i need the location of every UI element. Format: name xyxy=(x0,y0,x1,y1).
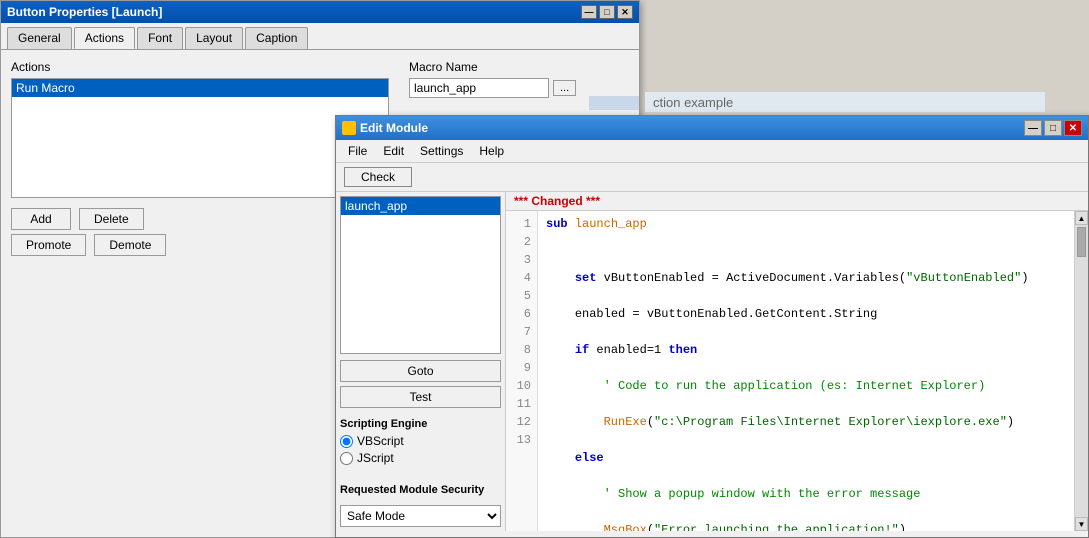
jscript-label: JScript xyxy=(357,451,394,465)
actions-list[interactable]: Run Macro xyxy=(11,78,389,198)
edit-module-title-icon xyxy=(342,121,356,135)
bg-strip xyxy=(589,96,639,110)
actions-btn-row2: Promote Demote xyxy=(11,234,389,256)
scroll-track[interactable] xyxy=(1075,225,1088,517)
left-panel: Actions Run Macro Add Delete Promote Dem… xyxy=(11,60,389,516)
vbscript-label: VBScript xyxy=(357,434,404,448)
vbscript-radio-row: VBScript xyxy=(340,434,501,448)
maximize-btn[interactable]: □ xyxy=(599,5,615,19)
edit-menu-bar: File Edit Settings Help xyxy=(336,140,1088,163)
tab-actions[interactable]: Actions xyxy=(74,27,135,49)
actions-label: Actions xyxy=(11,60,389,74)
scripting-engine-label: Scripting Engine xyxy=(340,418,501,430)
tab-layout[interactable]: Layout xyxy=(185,27,243,49)
edit-close-btn[interactable]: ✕ xyxy=(1064,120,1082,136)
scroll-down-arrow[interactable]: ▼ xyxy=(1075,517,1088,531)
test-button[interactable]: Test xyxy=(340,386,501,408)
edit-title-bar: Edit Module — □ ✕ xyxy=(336,116,1088,140)
button-props-title: Button Properties [Launch] xyxy=(7,5,162,19)
macro-list-box[interactable]: launch_app xyxy=(340,196,501,354)
promote-button[interactable]: Promote xyxy=(11,234,86,256)
demote-button[interactable]: Demote xyxy=(94,234,166,256)
security-select[interactable]: Safe Mode xyxy=(340,505,501,527)
edit-main: launch_app Goto Test Scripting Engine VB… xyxy=(336,192,1088,531)
menu-settings[interactable]: Settings xyxy=(412,142,471,160)
edit-maximize-btn[interactable]: □ xyxy=(1044,120,1062,136)
side-buttons: Goto Test xyxy=(340,360,501,408)
edit-title-controls: — □ ✕ xyxy=(1024,120,1082,136)
delete-button[interactable]: Delete xyxy=(79,208,144,230)
scripting-engine-group: Scripting Engine VBScript JScript xyxy=(340,414,501,472)
scroll-thumb[interactable] xyxy=(1077,227,1086,257)
browse-button[interactable]: ... xyxy=(553,80,576,96)
macro-list-panel: launch_app Goto Test Scripting Engine VB… xyxy=(336,192,506,531)
code-content[interactable]: sub launch_app set vButtonEnabled = Acti… xyxy=(538,211,1074,531)
behind-label: ction example xyxy=(645,92,1045,112)
macro-name-input[interactable] xyxy=(409,78,549,98)
security-label: Requested Module Security xyxy=(340,484,501,496)
goto-button[interactable]: Goto xyxy=(340,360,501,382)
jscript-radio-row: JScript xyxy=(340,451,501,465)
changed-bar: *** Changed *** xyxy=(506,192,1088,211)
macro-name-label: Macro Name xyxy=(409,60,629,74)
actions-list-item[interactable]: Run Macro xyxy=(12,79,388,97)
tab-general[interactable]: General xyxy=(7,27,72,49)
edit-module-title: Edit Module xyxy=(360,121,1024,135)
code-panel: *** Changed *** 12345 678910 111213 sub … xyxy=(506,192,1088,531)
jscript-radio[interactable] xyxy=(340,452,353,465)
tab-caption[interactable]: Caption xyxy=(245,27,308,49)
code-area: 12345 678910 111213 sub launch_app set v… xyxy=(506,211,1088,531)
add-button[interactable]: Add xyxy=(11,208,71,230)
actions-btn-row1: Add Delete xyxy=(11,208,389,230)
menu-help[interactable]: Help xyxy=(471,142,512,160)
edit-minimize-btn[interactable]: — xyxy=(1024,120,1042,136)
code-scrollbar[interactable]: ▲ ▼ xyxy=(1074,211,1088,531)
behind-text: ction example xyxy=(653,95,733,110)
close-btn[interactable]: ✕ xyxy=(617,5,633,19)
tab-font[interactable]: Font xyxy=(137,27,183,49)
macro-list-item[interactable]: launch_app xyxy=(341,197,500,215)
title-bar-controls: — □ ✕ xyxy=(581,5,633,19)
check-button[interactable]: Check xyxy=(344,167,412,187)
minimize-btn[interactable]: — xyxy=(581,5,597,19)
line-numbers: 12345 678910 111213 xyxy=(506,211,538,531)
menu-file[interactable]: File xyxy=(340,142,375,160)
menu-edit[interactable]: Edit xyxy=(375,142,412,160)
vbscript-radio[interactable] xyxy=(340,435,353,448)
button-props-title-bar: Button Properties [Launch] — □ ✕ xyxy=(1,1,639,23)
edit-module-window: Edit Module — □ ✕ File Edit Settings Hel… xyxy=(335,115,1089,538)
tab-bar: General Actions Font Layout Caption xyxy=(1,23,639,50)
scroll-up-arrow[interactable]: ▲ xyxy=(1075,211,1088,225)
macro-name-row: ... xyxy=(409,78,629,98)
edit-toolbar: Check xyxy=(336,163,1088,192)
